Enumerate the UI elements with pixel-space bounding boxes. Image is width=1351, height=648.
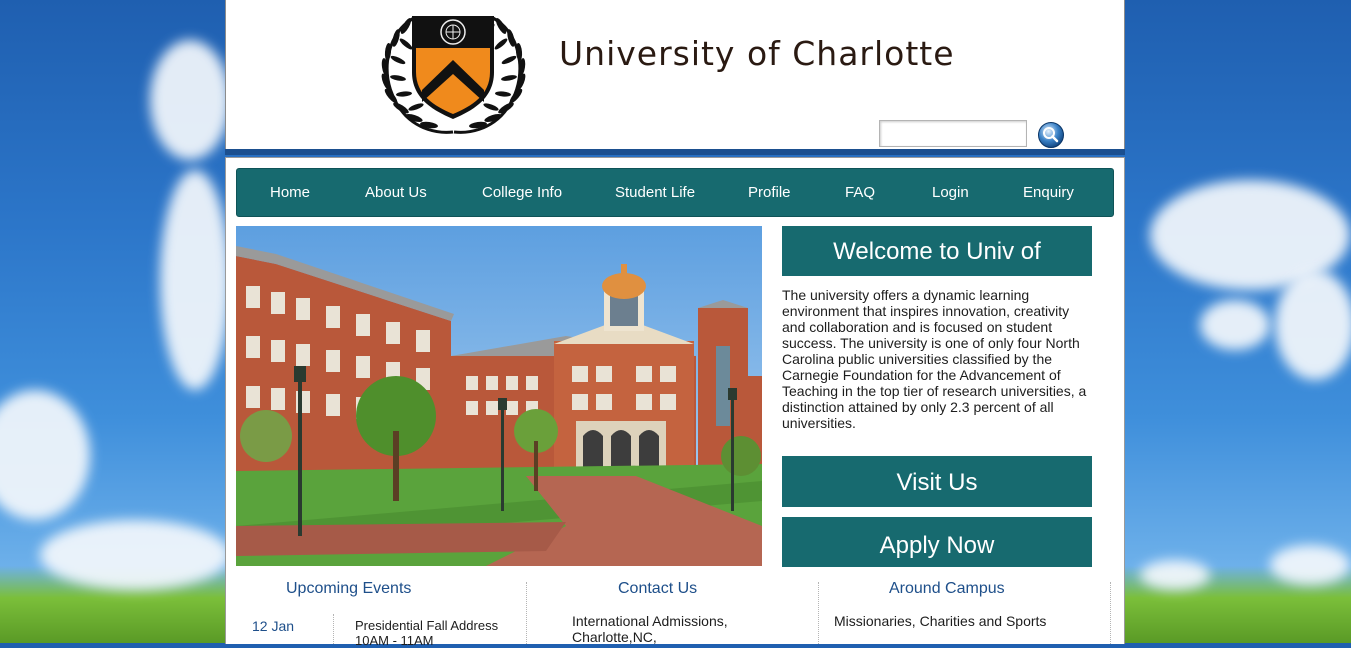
cloud bbox=[1140, 560, 1210, 590]
main-content: Home About Us College Info Student Life … bbox=[225, 157, 1125, 648]
header-divider bbox=[225, 149, 1125, 155]
cloud bbox=[1200, 300, 1270, 350]
column-divider bbox=[1110, 582, 1111, 644]
cloud bbox=[160, 170, 230, 390]
contact-info: International Admissions, Charlotte,NC, bbox=[572, 613, 772, 645]
nav-item-faq[interactable]: FAQ bbox=[845, 169, 875, 216]
site-header: University of Charlotte bbox=[225, 0, 1125, 150]
apply-now-button[interactable]: Apply Now bbox=[782, 517, 1092, 567]
around-campus-title: Around Campus bbox=[889, 580, 1005, 597]
event-time: 10AM - 11AM bbox=[355, 633, 434, 648]
page-container: University of Charlotte Home About Us Co… bbox=[225, 0, 1125, 648]
main-nav: Home About Us College Info Student Life … bbox=[236, 168, 1114, 217]
cloud bbox=[150, 40, 230, 160]
search-icon[interactable] bbox=[1037, 121, 1065, 149]
nav-item-student-life[interactable]: Student Life bbox=[615, 169, 695, 216]
visit-us-button[interactable]: Visit Us bbox=[782, 456, 1092, 507]
search-input[interactable] bbox=[879, 120, 1027, 147]
event-date: 12 Jan bbox=[252, 618, 295, 634]
event-date-divider bbox=[333, 614, 334, 644]
nav-item-about-us[interactable]: About Us bbox=[365, 169, 427, 216]
site-title: University of Charlotte bbox=[559, 34, 955, 73]
welcome-description: The university offers a dynamic learning… bbox=[782, 287, 1087, 431]
nav-item-college-info[interactable]: College Info bbox=[482, 169, 562, 216]
contact-line: International Admissions, bbox=[572, 613, 728, 629]
column-divider bbox=[526, 582, 527, 644]
university-crest-logo bbox=[381, 16, 526, 134]
nav-item-profile[interactable]: Profile bbox=[748, 169, 791, 216]
cloud bbox=[0, 390, 90, 520]
event-title: Presidential Fall Address bbox=[355, 618, 499, 633]
contact-us-title: Contact Us bbox=[618, 580, 698, 597]
welcome-heading: Welcome to Univ of Charlotte bbox=[782, 226, 1092, 317]
column-divider bbox=[818, 582, 819, 644]
around-campus-text[interactable]: Missionaries, Charities and Sports bbox=[834, 613, 1094, 629]
upcoming-events-title: Upcoming Events bbox=[286, 580, 412, 597]
cloud bbox=[40, 520, 230, 590]
event-description[interactable]: Presidential Fall Address 10AM - 11AM bbox=[355, 618, 515, 648]
nav-item-enquiry[interactable]: Enquiry bbox=[1023, 169, 1074, 216]
cloud bbox=[1275, 270, 1351, 380]
nav-item-home[interactable]: Home bbox=[270, 169, 310, 216]
campus-photo bbox=[236, 226, 762, 566]
cloud bbox=[1270, 545, 1350, 585]
nav-item-login[interactable]: Login bbox=[932, 169, 969, 216]
